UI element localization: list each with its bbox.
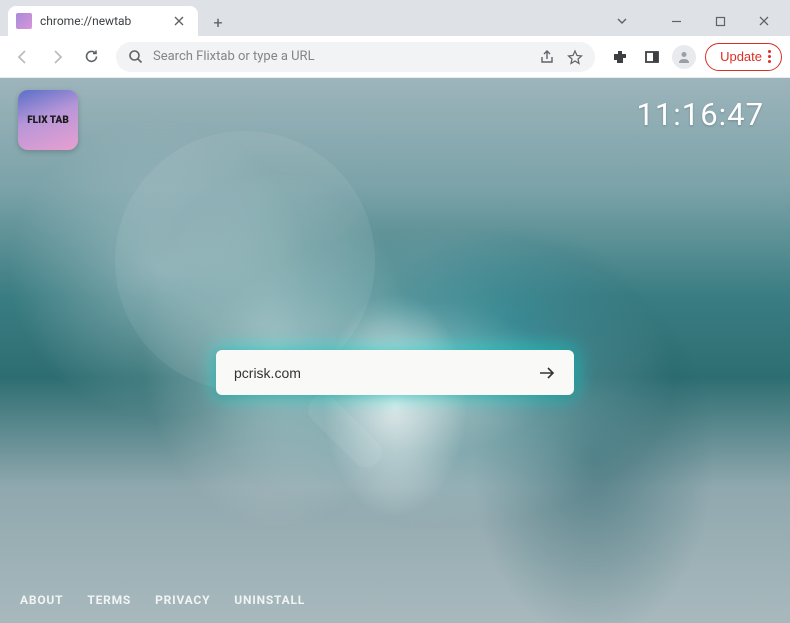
logo-text: FLIX TAB — [27, 115, 69, 126]
browser-titlebar: chrome://newtab + — [0, 0, 790, 36]
newtab-content: FLIX TAB 11:16:47 ABOUT TERMS PRIVACY UN… — [0, 78, 790, 623]
address-bar[interactable]: Search Flixtab or type a URL — [116, 42, 595, 72]
minimize-button[interactable] — [654, 6, 698, 36]
clock-display: 11:16:47 — [636, 96, 764, 133]
browser-tab[interactable]: chrome://newtab — [8, 6, 198, 36]
footer-link-privacy[interactable]: PRIVACY — [155, 593, 210, 607]
extensions-icon[interactable] — [605, 42, 635, 72]
footer-links: ABOUT TERMS PRIVACY UNINSTALL — [20, 593, 305, 607]
menu-dots-icon — [768, 50, 771, 63]
forward-button[interactable] — [42, 42, 72, 72]
search-icon — [128, 49, 143, 64]
profile-avatar[interactable] — [669, 42, 699, 72]
tab-search-icon[interactable] — [600, 6, 644, 36]
new-tab-button[interactable]: + — [204, 8, 232, 36]
footer-link-uninstall[interactable]: UNINSTALL — [234, 593, 305, 607]
browser-toolbar: Search Flixtab or type a URL Update — [0, 36, 790, 78]
reload-button[interactable] — [76, 42, 106, 72]
footer-link-about[interactable]: ABOUT — [20, 593, 63, 607]
tab-favicon — [16, 13, 32, 29]
window-controls — [600, 6, 790, 36]
maximize-button[interactable] — [698, 6, 742, 36]
bookmark-icon[interactable] — [567, 49, 583, 65]
page-search-input[interactable] — [234, 365, 534, 381]
close-window-button[interactable] — [742, 6, 786, 36]
update-button[interactable]: Update — [705, 43, 782, 71]
back-button[interactable] — [8, 42, 38, 72]
side-panel-icon[interactable] — [637, 42, 667, 72]
tab-title: chrome://newtab — [40, 14, 174, 28]
search-submit-icon[interactable] — [534, 362, 560, 384]
footer-link-terms[interactable]: TERMS — [87, 593, 131, 607]
page-search-bar[interactable] — [216, 350, 574, 395]
share-icon[interactable] — [539, 49, 555, 65]
flixtab-logo[interactable]: FLIX TAB — [18, 90, 78, 150]
omnibox-placeholder: Search Flixtab or type a URL — [153, 49, 539, 64]
close-tab-icon[interactable] — [174, 16, 190, 26]
update-button-label: Update — [720, 49, 762, 64]
